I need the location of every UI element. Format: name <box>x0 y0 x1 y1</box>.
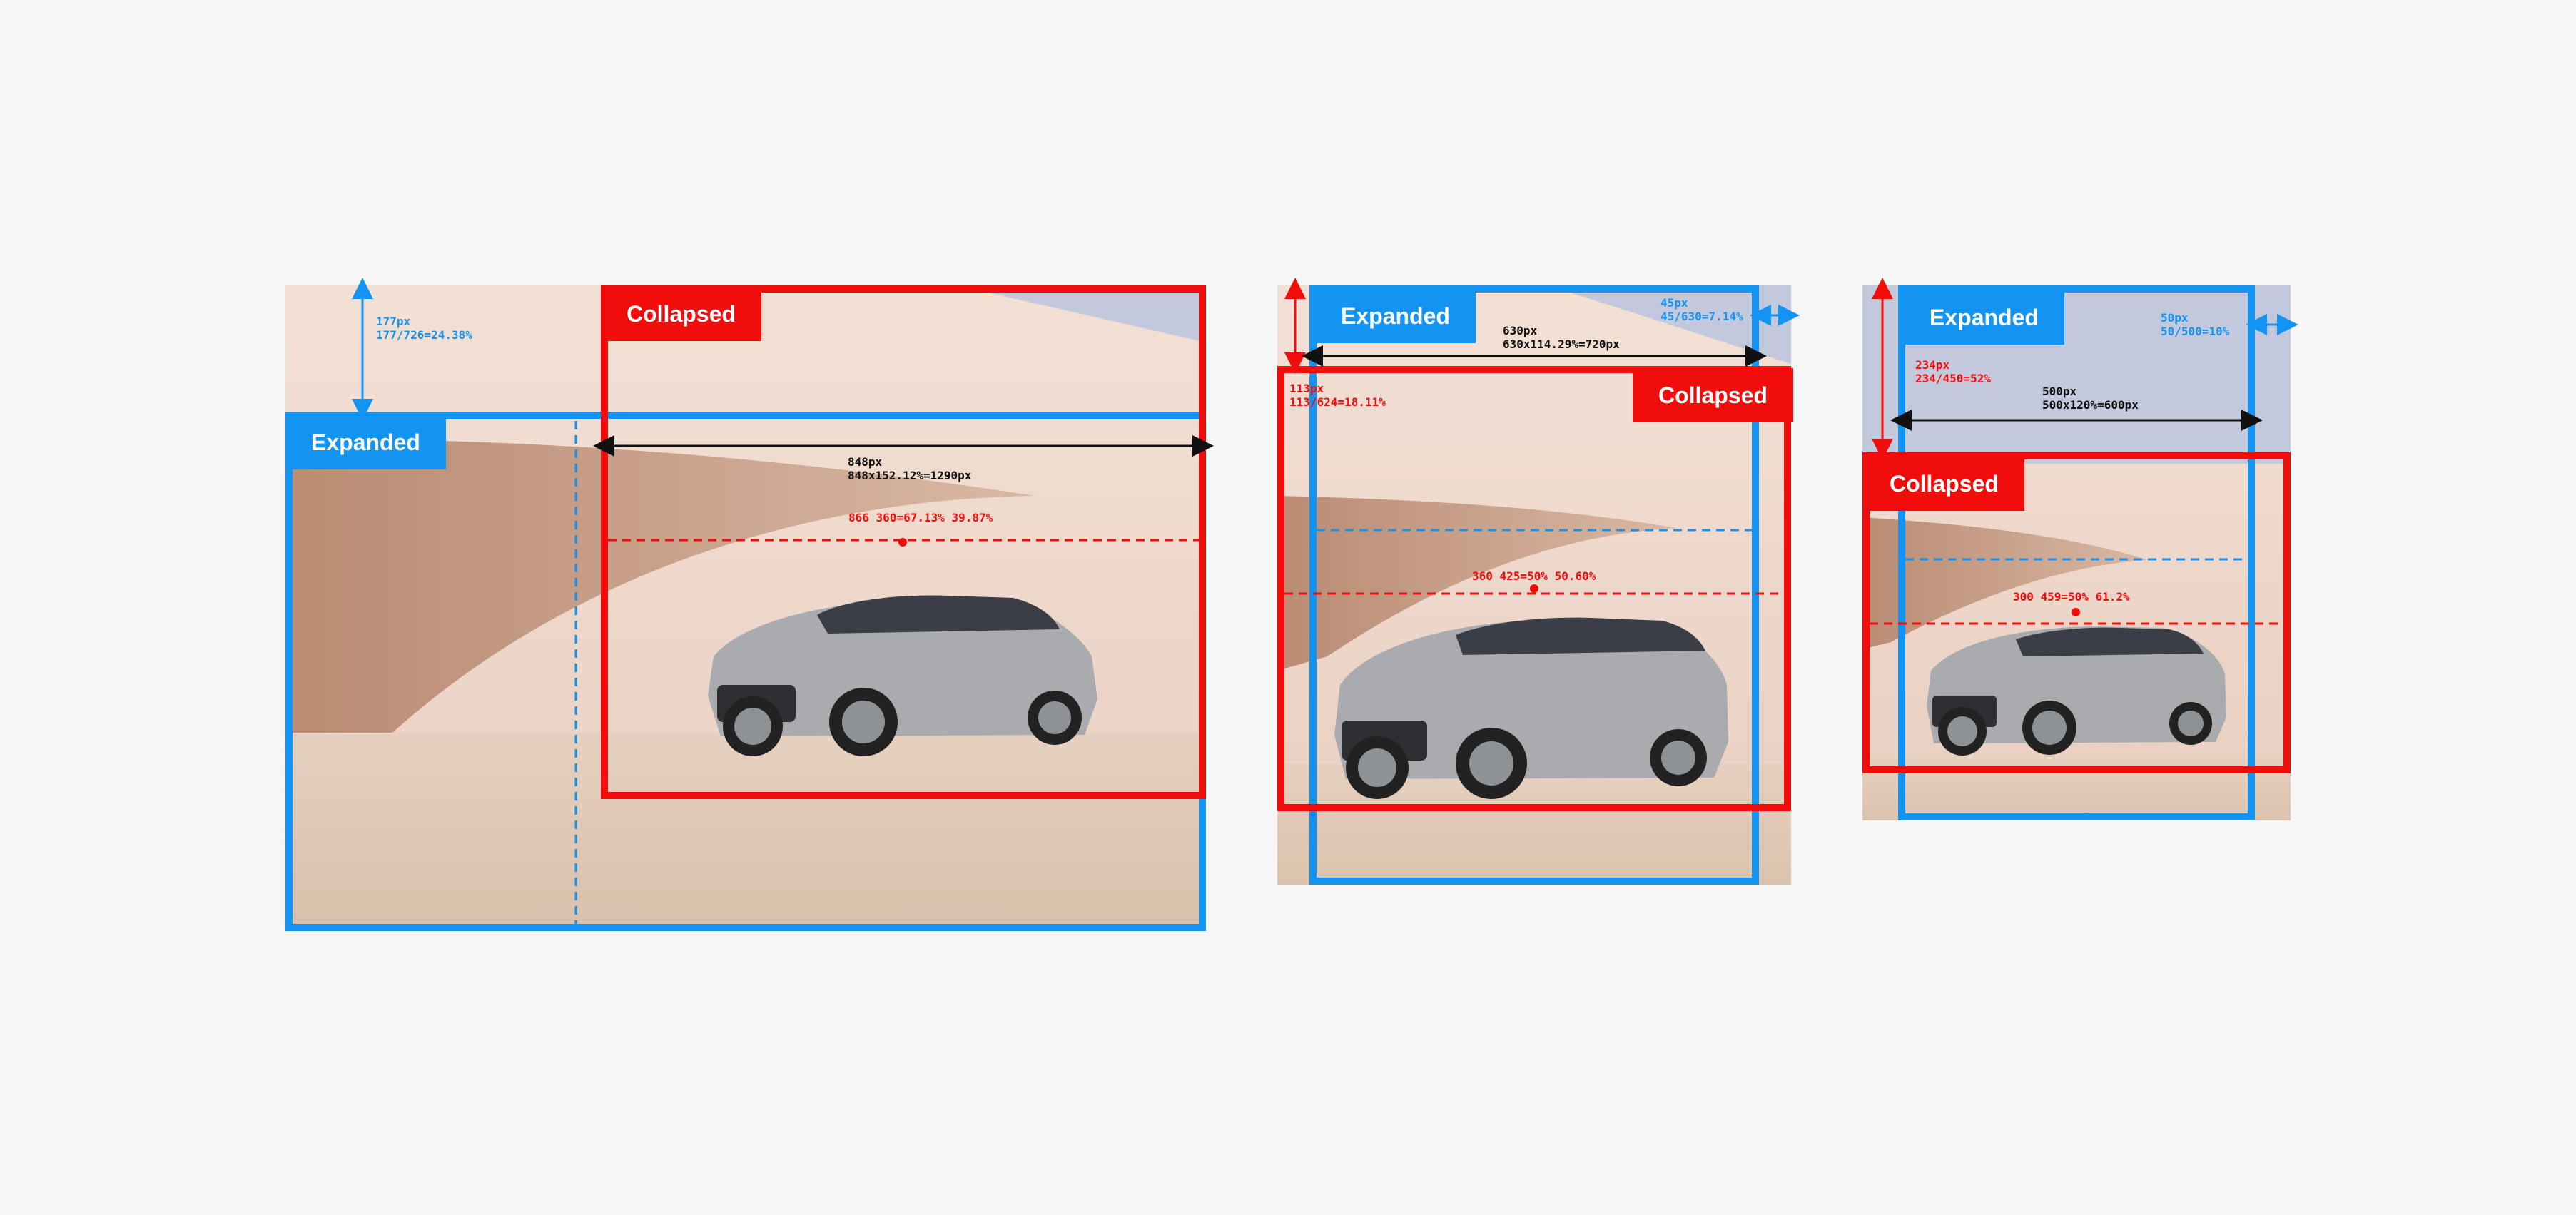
top-offset-label: 177px 177/726=24.38% <box>376 315 472 342</box>
focus-label: 866 360=67.13% 39.87% <box>848 511 993 524</box>
collapsed-badge: Collapsed <box>601 287 761 341</box>
width-label: 630px 630x114.29%=720px <box>1503 324 1620 351</box>
top-offset-label: 113px 113/624=18.11% <box>1289 382 1386 409</box>
width-label: 848px 848x152.12%=1290px <box>848 455 972 482</box>
side-offset-label: 45px 45/630=7.14% <box>1660 296 1743 323</box>
expanded-badge: Expanded <box>1904 290 2064 345</box>
top-offset-label: 234px 234/450=52% <box>1915 358 1991 385</box>
side-offset-label: 50px 50/500=10% <box>2161 311 2230 338</box>
collapsed-badge: Collapsed <box>1864 457 2024 511</box>
expanded-badge: Expanded <box>285 415 446 469</box>
collapsed-badge: Collapsed <box>1633 368 1793 422</box>
focus-label: 360 425=50% 50.60% <box>1472 569 1596 583</box>
focus-label: 300 459=50% 61.2% <box>2013 590 2130 604</box>
expanded-badge: Expanded <box>1315 289 1476 343</box>
width-label: 500px 500x120%=600px <box>2042 385 2139 412</box>
collapsed-frame <box>1277 366 1791 811</box>
collapsed-frame <box>601 285 1206 799</box>
